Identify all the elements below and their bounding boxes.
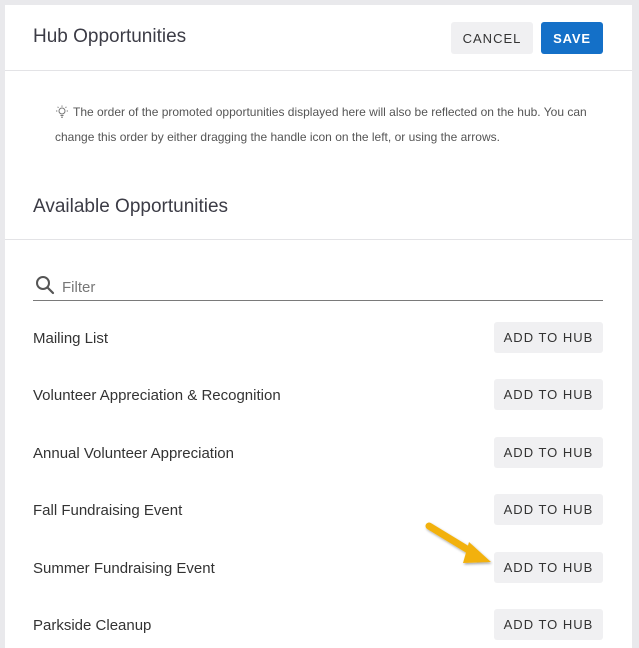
opportunity-label: Fall Fundraising Event <box>33 502 183 520</box>
add-to-hub-button[interactable]: ADD TO HUB <box>494 608 603 640</box>
opportunities-list: Mailing List ADD TO HUB Volunteer Apprec… <box>5 308 632 648</box>
page-title: Hub Opportunities <box>33 26 187 47</box>
list-item: Parkside Cleanup ADD TO HUB <box>5 595 632 648</box>
opportunity-label: Volunteer Appreciation & Recognition <box>33 387 281 405</box>
search-icon <box>35 275 55 300</box>
add-to-hub-button[interactable]: ADD TO HUB <box>494 551 603 583</box>
opportunity-label: Mailing List <box>33 330 109 347</box>
available-opportunities-heading: Available Opportunities <box>33 196 229 217</box>
lightbulb-icon <box>55 104 69 126</box>
add-to-hub-button[interactable]: ADD TO HUB <box>494 379 603 411</box>
opportunity-label: Annual Volunteer Appreciation <box>33 444 234 462</box>
save-button[interactable]: SAVE <box>541 22 603 54</box>
list-item: Fall Fundraising Event ADD TO HUB <box>5 480 632 537</box>
opportunity-label: Parkside Cleanup <box>33 616 152 634</box>
annotation-arrow-icon <box>423 520 495 573</box>
dialog-header: Hub Opportunities CANCEL SAVE <box>5 5 632 71</box>
cancel-button[interactable]: CANCEL <box>451 22 533 54</box>
add-to-hub-button[interactable]: ADD TO HUB <box>494 494 603 526</box>
filter-input[interactable] <box>62 275 592 299</box>
divider <box>5 239 632 240</box>
filter-field[interactable] <box>33 271 603 301</box>
list-item: Volunteer Appreciation & Recognition ADD… <box>5 365 632 422</box>
tip-text: The order of the promoted opportunities … <box>55 105 587 144</box>
hub-opportunities-dialog: Hub Opportunities CANCEL SAVE The order … <box>5 5 632 648</box>
add-to-hub-button[interactable]: ADD TO HUB <box>494 322 603 353</box>
list-item: Summer Fundraising Event ADD TO HUB <box>5 538 632 595</box>
opportunity-label: Summer Fundraising Event <box>33 559 215 577</box>
add-to-hub-button[interactable]: ADD TO HUB <box>494 436 603 468</box>
list-item: Mailing List ADD TO HUB <box>5 308 632 365</box>
ordering-tip: The order of the promoted opportunities … <box>55 101 600 148</box>
list-item: Annual Volunteer Appreciation ADD TO HUB <box>5 423 632 480</box>
